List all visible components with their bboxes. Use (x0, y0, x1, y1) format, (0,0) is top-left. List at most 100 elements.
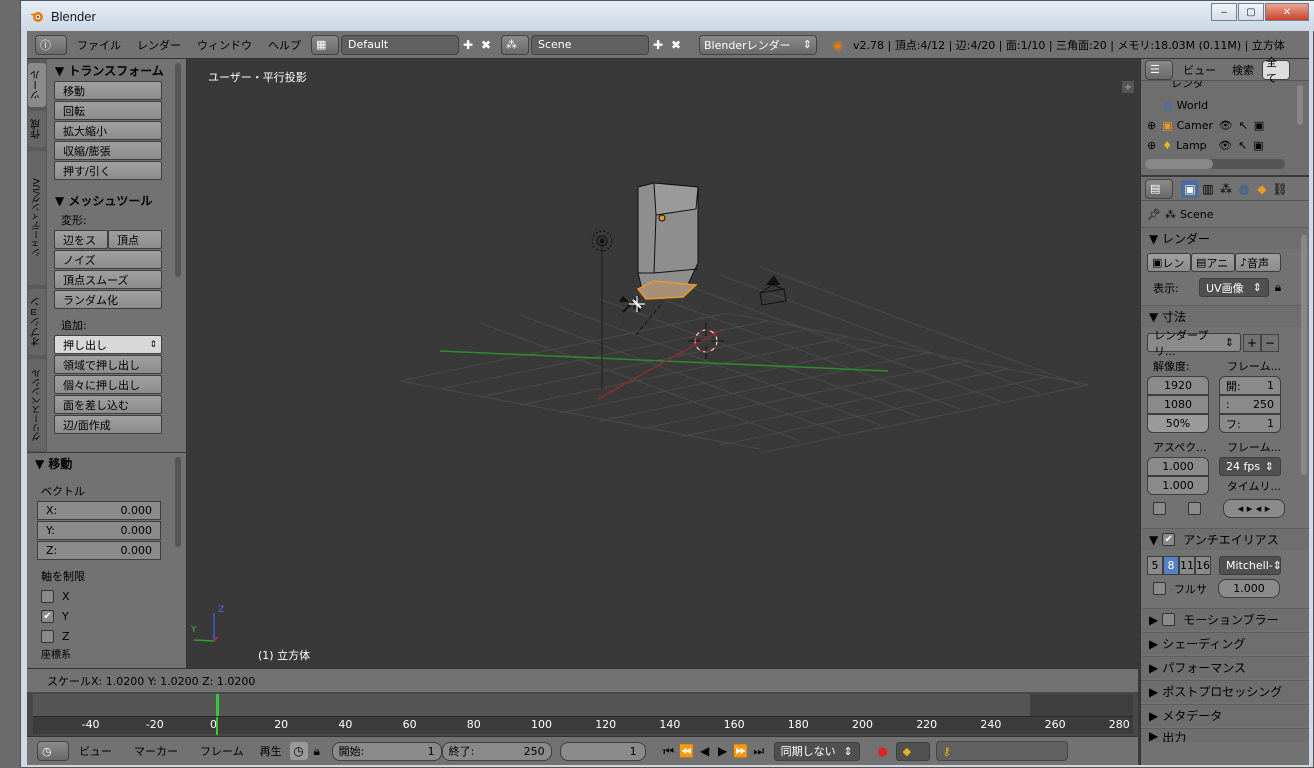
output-panel-header[interactable]: ▶ 出力 (1141, 728, 1309, 742)
timeline-track[interactable] (33, 694, 1133, 716)
3d-viewport[interactable]: ユーザー・平行投影 Y Z (1) 立方体 + (188, 59, 1138, 668)
metadata-panel-header[interactable]: ▶ メタデータ (1141, 704, 1309, 726)
tab-options[interactable]: オプション (28, 289, 46, 355)
scene-tab-icon[interactable]: ⁂ (1217, 180, 1235, 198)
keying-set-select[interactable]: ◆ (895, 741, 930, 761)
extrude-dropdown[interactable]: 押し出し ⇕ (54, 335, 162, 354)
current-frame-field[interactable]: 1 (559, 741, 646, 761)
resolution-x-field[interactable]: 1920 (1147, 376, 1209, 395)
outliner-menu-search[interactable]: 検索 (1224, 62, 1262, 78)
outliner-item-camera[interactable]: ⊕ ▣ Camer 👁︎ ↖ ▣ (1147, 119, 1287, 132)
full-sample-checkbox[interactable] (1153, 582, 1166, 595)
render-audio-button[interactable]: ♪ 音声 (1235, 253, 1281, 272)
constraint-y-checkbox[interactable]: ✔ Y (27, 606, 186, 626)
jump-start-icon[interactable]: ⏮ (660, 742, 678, 760)
render-preset-select[interactable]: レンダープリ... ⇕ (1147, 329, 1241, 358)
add-layout-icon[interactable]: ✚ (459, 36, 477, 54)
vector-x-field[interactable]: X: 0.000 (37, 501, 161, 520)
menu-help[interactable]: ヘルプ (260, 37, 309, 53)
operator-panel-header[interactable]: ▼ 移動 (27, 453, 186, 473)
sync-mode-select[interactable]: 同期しない ⇕ (773, 741, 860, 761)
render-icon[interactable]: ▣ (1254, 119, 1264, 132)
render-animation-button[interactable]: ▤ アニ (1191, 253, 1235, 272)
transform-panel-header[interactable]: ▼ トランスフォーム (47, 60, 175, 80)
vector-z-field[interactable]: Z: 0.000 (37, 541, 161, 560)
render-image-button[interactable]: ▣ レン (1147, 253, 1191, 272)
jump-key-prev-icon[interactable]: ⏪ (678, 742, 696, 760)
crop-checkbox[interactable] (1188, 502, 1201, 515)
outliner-display-select[interactable]: 全て (1262, 56, 1290, 85)
resolution-percent-field[interactable]: 50% (1147, 414, 1209, 433)
tool-vertex-slide-button[interactable]: 頂点 (108, 230, 162, 249)
tool-randomize-button[interactable]: ランダム化 (54, 290, 162, 309)
tab-create[interactable]: 作成 (28, 111, 46, 147)
constraints-tab-icon[interactable]: ⛓ (1271, 180, 1289, 198)
aa-samples-5[interactable]: 5 (1147, 556, 1163, 575)
motion-blur-panel-header[interactable]: ▶ モーションブラー (1141, 608, 1309, 630)
outliner-hscrollbar[interactable] (1145, 159, 1285, 169)
viewport-scene[interactable] (188, 59, 1138, 668)
menu-window[interactable]: ウィンドウ (189, 37, 260, 53)
current-frame-marker[interactable] (216, 694, 219, 716)
tool-noise-button[interactable]: ノイズ (54, 250, 162, 269)
record-icon[interactable]: ● (874, 742, 892, 760)
tool-shrink-fatten-button[interactable]: 収縮/膨張 (54, 141, 162, 160)
tool-move-button[interactable]: 移動 (54, 81, 162, 100)
tab-tools[interactable]: ツール (28, 63, 46, 107)
frame-end-field[interactable]: : 250 (1219, 395, 1281, 414)
menu-marker[interactable]: マーカー (126, 743, 186, 759)
layout-name-field[interactable]: Default (341, 34, 459, 55)
keying-set-field[interactable]: ⚷ (935, 741, 1068, 761)
tool-scale-button[interactable]: 拡大縮小 (54, 121, 162, 140)
antialiasing-panel-header[interactable]: ▼ ✔ アンチエイリアス (1141, 528, 1309, 550)
render-icon[interactable]: ▣ (1253, 139, 1263, 152)
tool-push-pull-button[interactable]: 押す/引く (54, 161, 162, 180)
shading-panel-header[interactable]: ▶ シェーディング (1141, 632, 1309, 654)
editor-type-info-selector[interactable]: ⓘ (35, 34, 67, 55)
scene-name-field[interactable]: Scene (531, 34, 649, 55)
play-icon[interactable]: ▶ (714, 742, 732, 760)
operator-scrollbar[interactable] (175, 457, 181, 547)
editor-type-outliner-selector[interactable]: ☰ (1145, 59, 1173, 80)
aa-filter-select[interactable]: Mitchell- ⇕ (1219, 556, 1282, 575)
add-scene-icon[interactable]: ✚ (649, 36, 667, 54)
world-tab-icon[interactable]: ◍ (1235, 180, 1253, 198)
vector-y-field[interactable]: Y: 0.000 (37, 521, 161, 540)
checkmark-icon[interactable]: ✔ (1162, 533, 1176, 546)
constraint-z-checkbox[interactable]: Z (27, 626, 186, 646)
scene-selector[interactable]: ⁂ (501, 34, 529, 55)
menu-playback[interactable]: 再生 (252, 743, 290, 759)
performance-panel-header[interactable]: ▶ パフォーマンス (1141, 656, 1309, 678)
remove-preset-icon[interactable]: − (1261, 333, 1279, 352)
frame-step-field[interactable]: フ: 1 (1219, 414, 1281, 433)
tool-extrude-individual-button[interactable]: 個々に押し出し (54, 375, 162, 394)
frame-start-field[interactable]: 開: 1 (1219, 376, 1281, 395)
outliner-item-renderlayers[interactable]: レンダ (1171, 81, 1204, 93)
pin-icon[interactable]: 📌︎ (1147, 208, 1161, 221)
remove-scene-icon[interactable]: ✖ (667, 36, 685, 54)
remove-layout-icon[interactable]: ✖ (477, 36, 495, 54)
cursor-icon[interactable]: ↖ (1239, 119, 1248, 132)
play-reverse-icon[interactable]: ◀ (696, 742, 714, 760)
outliner-menu-view[interactable]: ビュー (1175, 62, 1224, 78)
preview-range-icon[interactable]: ◷ (289, 742, 308, 760)
timeline-playhead[interactable] (216, 717, 218, 735)
menu-file[interactable]: ファイル (69, 37, 129, 53)
tab-grease-pencil[interactable]: グリースペンシル (28, 359, 46, 451)
checkbox-icon[interactable] (1162, 613, 1176, 626)
editor-type-properties-selector[interactable]: ▤ (1145, 178, 1173, 199)
aspect-y-field[interactable]: 1.000 (1147, 476, 1209, 495)
tab-shading-uv[interactable]: シェーディング/UV (28, 151, 46, 285)
tool-inset-faces-button[interactable]: 面を差し込む (54, 395, 162, 414)
viewport-plus-icon[interactable]: + (1122, 81, 1134, 93)
editor-type-timeline-selector[interactable]: ◷ (37, 741, 69, 761)
render-panel-header[interactable]: ▼ レンダー (1141, 227, 1309, 249)
time-remap-field[interactable]: ◂ ▸ ◂ ▸ (1223, 499, 1285, 518)
properties-scrollbar[interactable] (1301, 235, 1307, 475)
timeline[interactable]: -40 -20 0 20 40 60 80 100 120 140 160 180 200 220 240 2… (27, 692, 1138, 736)
menu-frame[interactable]: フレーム (192, 743, 252, 759)
constraint-x-checkbox[interactable]: X (27, 586, 186, 606)
display-select[interactable]: UV画像 ⇕ (1199, 278, 1269, 297)
post-processing-panel-header[interactable]: ▶ ポストプロセッシング (1141, 680, 1309, 702)
tool-rotate-button[interactable]: 回転 (54, 101, 162, 120)
